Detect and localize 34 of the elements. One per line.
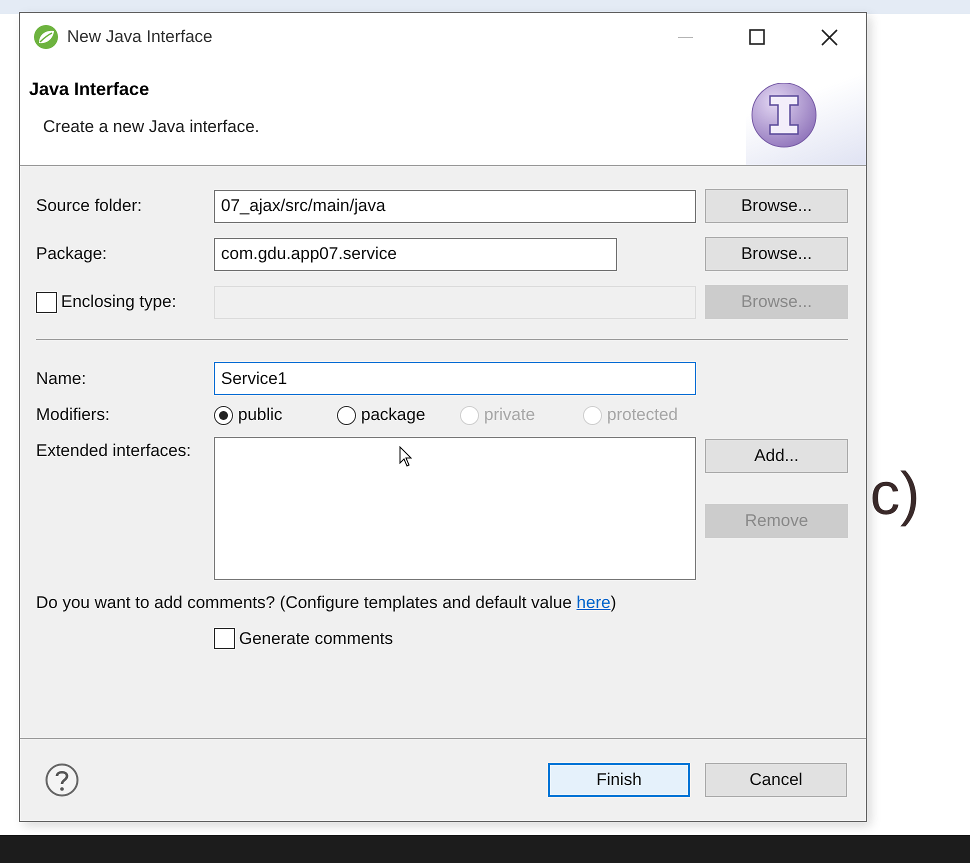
field-label: Modifiers: [36,404,111,426]
radio-button[interactable] [214,406,233,424]
mouse-pointer-icon [399,446,413,468]
checkbox-label: Generate comments [239,628,394,650]
header-title: Java Interface [29,78,150,101]
field-label: Name: [36,368,88,390]
help-icon[interactable] [45,762,79,796]
add-button[interactable]: Add... [705,439,848,473]
radio-button[interactable] [337,406,356,424]
checkbox[interactable] [214,628,235,649]
leaf-icon [33,24,59,50]
maximize-icon[interactable] [749,29,765,45]
cancel-button[interactable]: Cancel [705,762,847,796]
field-label: Extended interfaces: [36,440,192,462]
close-icon[interactable] [821,28,838,46]
radio-label: protected [607,404,678,426]
name-field[interactable]: Service1 [214,362,696,395]
field-label: Enclosing type: [61,291,176,314]
field-label: Source folder: [36,195,143,218]
radio-label: public [238,404,282,426]
finish-button[interactable]: Finish [548,762,690,796]
field-label: Package: [36,243,108,266]
text-field[interactable]: com.gdu.app07.service [214,238,617,270]
radio-label: package [361,404,426,426]
window-title: New Java Interface [67,26,213,48]
interface-icon [750,83,818,149]
radio-label: private [484,404,536,426]
comments-prompt: Do you want to add comments? (Configure templates and default value here) [36,592,618,614]
browse-button[interactable]: Browse... [705,189,848,223]
templates-link[interactable]: here [576,593,611,612]
text-field[interactable]: 07_ajax/src/main/java [214,190,696,222]
background-text: c) [870,464,920,524]
header-description: Create a new Java interface. [43,116,260,138]
browse-button[interactable]: Browse... [705,237,848,271]
